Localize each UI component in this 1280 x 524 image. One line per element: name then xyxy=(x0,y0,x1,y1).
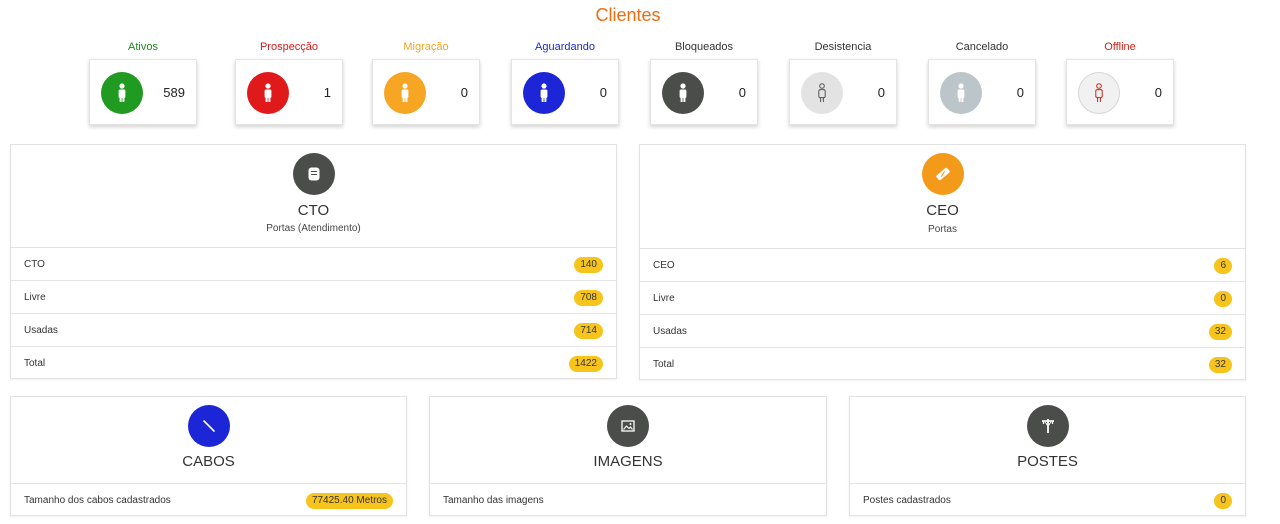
row-label: Usadas xyxy=(653,326,687,337)
status-label: Offline xyxy=(1104,41,1136,53)
cable-icon xyxy=(187,405,230,447)
length-badge: 77425.40 Metros xyxy=(305,493,393,509)
count-badge: 32 xyxy=(1208,357,1232,373)
person-outline-icon xyxy=(801,72,843,114)
status-count: 0 xyxy=(599,85,607,100)
row-label: Usadas xyxy=(24,325,58,336)
status-label: Migração xyxy=(403,41,449,53)
row-label: Tamanho dos cabos cadastrados xyxy=(24,495,171,506)
status-count: 0 xyxy=(877,85,885,100)
ceo-title: CEO xyxy=(926,202,959,219)
table-row: Total 32 xyxy=(640,348,1245,381)
status-card-desistencia[interactable]: Desistencia 0 xyxy=(789,40,897,125)
status-card-aguardando[interactable]: Aguardando 0 xyxy=(511,40,619,125)
status-count: 0 xyxy=(460,85,468,100)
table-row: Usadas 714 xyxy=(11,314,616,347)
cabos-title: CABOS xyxy=(182,453,235,470)
status-count: 0 xyxy=(738,85,746,100)
status-label: Cancelado xyxy=(955,41,1009,53)
count-badge: 1422 xyxy=(568,356,603,372)
count-badge: 140 xyxy=(574,257,603,273)
ceo-panel: CEO Portas CEO 6 Livre 0 Usadas 32 Total 32 xyxy=(639,144,1246,380)
row-label: Livre xyxy=(24,292,46,303)
table-row: Tamanho das imagens xyxy=(430,484,826,517)
status-card-cancelado[interactable]: Cancelado 0 xyxy=(928,40,1036,125)
table-row: Tamanho dos cabos cadastrados 77425.40 Me… xyxy=(11,484,406,517)
status-card-migracao[interactable]: Migração 0 xyxy=(372,40,480,125)
status-label: Ativos xyxy=(128,41,158,53)
cto-box-icon xyxy=(292,153,335,195)
count-badge: 0 xyxy=(1214,493,1232,509)
postes-title: POSTES xyxy=(1017,453,1078,470)
person-icon xyxy=(247,72,289,114)
table-row: Usadas 32 xyxy=(640,315,1245,348)
page-title: Clientes xyxy=(595,5,661,25)
status-card-prospeccao[interactable]: Prospecção 1 xyxy=(235,40,343,125)
table-row: Livre 708 xyxy=(11,281,616,314)
table-row: Total 1422 xyxy=(11,347,616,380)
pole-icon xyxy=(1026,405,1069,447)
count-badge: 6 xyxy=(1214,258,1232,274)
row-label: CTO xyxy=(24,259,45,270)
row-label: Total xyxy=(24,358,46,369)
status-count: 0 xyxy=(1016,85,1024,100)
status-card-ativos[interactable]: Ativos 589 xyxy=(89,40,197,125)
cabos-panel: CABOS Tamanho dos cabos cadastrados 77425… xyxy=(10,396,407,516)
status-label: Aguardando xyxy=(535,41,595,53)
count-badge: 0 xyxy=(1214,291,1232,307)
row-label: Livre xyxy=(653,293,675,304)
person-icon xyxy=(940,72,982,114)
status-label: Prospecção xyxy=(259,41,319,53)
table-row: CEO 6 xyxy=(640,249,1245,282)
count-badge: 708 xyxy=(574,290,603,306)
cto-subtitle: Portas (Atendimento) xyxy=(266,223,361,234)
postes-panel: POSTES Postes cadastrados 0 xyxy=(849,396,1246,516)
ceo-splice-icon xyxy=(921,153,964,195)
status-label: Bloqueados xyxy=(674,41,734,53)
imagens-panel: IMAGENS Tamanho das imagens xyxy=(429,396,827,516)
table-row: Postes cadastrados 0 xyxy=(850,484,1245,517)
person-icon xyxy=(101,72,143,114)
cto-panel: CTO Portas (Atendimento) CTO 140 Livre 708… xyxy=(10,144,617,379)
person-icon xyxy=(523,72,565,114)
count-badge: 714 xyxy=(574,323,603,339)
status-card-offline[interactable]: Offline 0 xyxy=(1066,40,1174,125)
person-icon xyxy=(662,72,704,114)
status-card-bloqueados[interactable]: Bloqueados 0 xyxy=(650,40,758,125)
status-count: 0 xyxy=(1154,85,1162,100)
row-label: Tamanho das imagens xyxy=(443,495,544,506)
table-row: CTO 140 xyxy=(11,248,616,281)
row-label: CEO xyxy=(653,260,675,271)
table-row: Livre 0 xyxy=(640,282,1245,315)
status-label: Desistencia xyxy=(814,41,872,53)
ceo-subtitle: Portas xyxy=(928,224,957,235)
person-outline-icon xyxy=(1078,72,1120,114)
person-icon xyxy=(384,72,426,114)
row-label: Total xyxy=(653,359,675,370)
status-cards: Ativos 589 Prospecção 1 Migração 0 Aguar… xyxy=(0,40,1280,130)
row-label: Postes cadastrados xyxy=(863,495,951,506)
status-count: 589 xyxy=(163,85,185,100)
cto-title: CTO xyxy=(297,202,330,219)
imagens-title: IMAGENS xyxy=(593,453,663,470)
status-count: 1 xyxy=(323,85,331,100)
image-icon xyxy=(607,405,649,447)
count-badge: 32 xyxy=(1208,324,1232,340)
